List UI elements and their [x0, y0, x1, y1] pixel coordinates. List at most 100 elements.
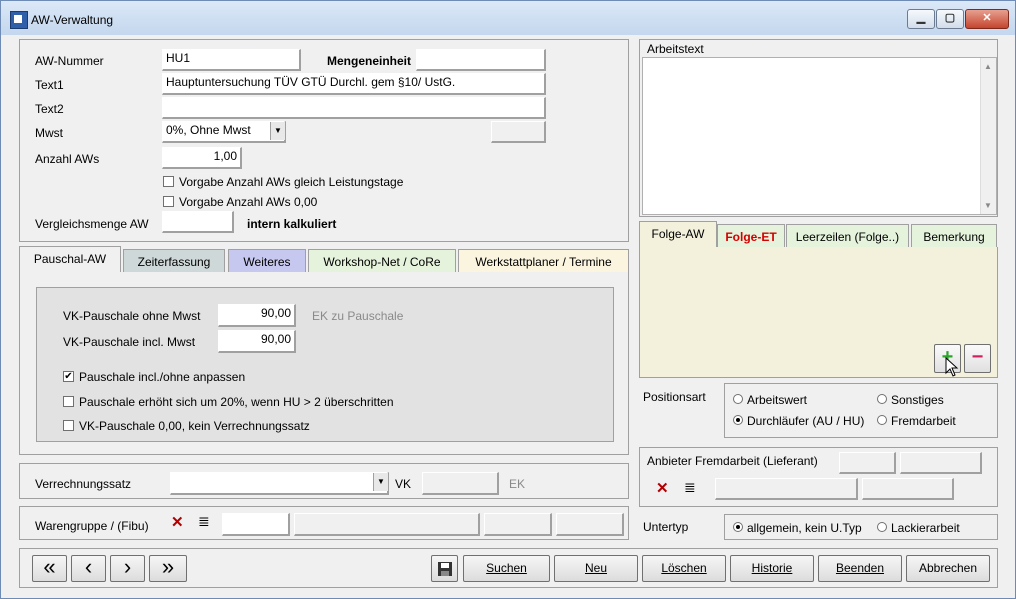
text1-label: Text1 — [35, 78, 64, 92]
arbeitstext-scrollbar[interactable]: ▲ ▼ — [980, 58, 996, 214]
pauschal-inner: VK-Pauschale ohne Mwst 90,00 EK zu Pausc… — [36, 287, 614, 442]
anbieter-panel: Anbieter Fremdarbeit (Lieferant) ✕ ≣ — [639, 447, 998, 507]
arbeitstext-label: Arbeitstext — [647, 42, 704, 56]
check-pauschale-anpassen[interactable]: ✔ — [63, 371, 74, 382]
check-pauschale-erhoeht-label: Pauschale erhöht sich um 20%, wenn HU > … — [79, 395, 394, 409]
check-pauschale-anpassen-label: Pauschale incl./ohne anpassen — [79, 370, 246, 384]
save-disk-icon — [437, 562, 452, 576]
arbeitstext-area[interactable]: ▲ ▼ — [642, 57, 997, 215]
arbeitstext-panel: Arbeitstext ▲ ▼ — [639, 39, 998, 217]
ek-pauschale-label: EK zu Pauschale — [312, 309, 404, 323]
verrechnung-dropdown-arrow-icon[interactable]: ▼ — [373, 473, 388, 491]
text1-input[interactable]: Hauptuntersuchung TÜV GTÜ Durchl. gem §1… — [162, 73, 546, 95]
scroll-up-icon[interactable]: ▲ — [984, 62, 992, 71]
radio-allgemein-label: allgemein, kein U.Typ — [747, 521, 862, 535]
verrechnung-label: Verrechnungssatz — [35, 477, 132, 491]
radio-durchlaeufer[interactable] — [733, 415, 743, 425]
anzahl-input[interactable]: 1,00 — [162, 147, 242, 169]
last-record-button[interactable]: » — [149, 555, 187, 582]
window-title: AW-Verwaltung — [31, 13, 114, 27]
historie-button[interactable]: Historie — [730, 555, 814, 582]
mengeneinheit-label: Mengeneinheit — [327, 54, 412, 68]
positionsart-label: Positionsart — [643, 390, 706, 404]
tab-bemerkung[interactable]: Bemerkung — [911, 224, 997, 249]
positionsart-group: Arbeitswert Sonstiges Durchläufer (AU / … — [724, 383, 998, 438]
maximize-button[interactable]: ▢ — [936, 9, 964, 29]
aw-nummer-input[interactable]: HU1 — [162, 49, 301, 71]
anbieter-delete-x-icon[interactable]: ✕ — [656, 479, 669, 497]
warengruppe-field2 — [484, 513, 552, 536]
footer-panel: « ‹ › » Suchen Neu Löschen Historie Been… — [19, 548, 998, 588]
tab-workshop-net[interactable]: Workshop-Net / CoRe — [308, 249, 456, 274]
suchen-button[interactable]: Suchen — [463, 555, 550, 582]
anbieter-field3 — [862, 478, 954, 500]
radio-arbeitswert-label: Arbeitswert — [747, 393, 808, 407]
anbieter-field1 — [839, 452, 896, 474]
anbieter-field2 — [900, 452, 982, 474]
tab-werkstattplaner[interactable]: Werkstattplaner / Termine — [458, 249, 629, 274]
delete-x-icon[interactable]: ✕ — [171, 513, 184, 531]
vk-ohne-input[interactable]: 90,00 — [218, 304, 296, 327]
tab-zeiterfassung[interactable]: Zeiterfassung — [123, 249, 225, 274]
radio-lackierarbeit-label: Lackierarbeit — [891, 521, 960, 535]
check-vorgabe-leistungstage-label: Vorgabe Anzahl AWs gleich Leistungstage — [179, 175, 404, 189]
verrechnung-select[interactable] — [170, 472, 389, 495]
warengruppe-panel: Warengruppe / (Fibu) ✕ ≣ — [19, 506, 629, 540]
mengeneinheit-input[interactable] — [416, 49, 546, 71]
anbieter-name — [715, 478, 858, 500]
vk-ohne-label: VK-Pauschale ohne Mwst — [63, 309, 201, 323]
anbieter-list-icon[interactable]: ≣ — [684, 479, 696, 496]
text2-input[interactable] — [162, 97, 546, 119]
untertyp-label: Untertyp — [643, 520, 689, 534]
radio-sonstiges[interactable] — [877, 394, 887, 404]
beenden-button[interactable]: Beenden — [818, 555, 902, 582]
tab-leerzeilen[interactable]: Leerzeilen (Folge..) — [786, 224, 909, 249]
first-record-button[interactable]: « — [32, 555, 67, 582]
radio-arbeitswert[interactable] — [733, 394, 743, 404]
intern-label: intern kalkuliert — [247, 217, 337, 231]
warengruppe-input[interactable] — [222, 513, 290, 536]
check-vorgabe-null-label: Vorgabe Anzahl AWs 0,00 — [179, 195, 318, 209]
list-icon[interactable]: ≣ — [198, 513, 210, 530]
close-button[interactable]: ✕ — [965, 9, 1009, 29]
client-area: AW-Nummer HU1 Mengeneinheit Text1 Hauptu… — [9, 35, 1007, 591]
mwst-select[interactable]: 0%, Ohne Mwst — [162, 121, 286, 143]
folge-aw-panel: + − — [639, 247, 998, 378]
ek-label: EK — [509, 477, 526, 491]
aw-nummer-label: AW-Nummer — [35, 54, 104, 68]
save-button[interactable] — [431, 555, 458, 582]
radio-lackierarbeit[interactable] — [877, 522, 887, 532]
tab-weiteres[interactable]: Weiteres — [228, 249, 306, 274]
check-vk-null[interactable] — [63, 420, 74, 431]
radio-allgemein[interactable] — [733, 522, 743, 532]
vk-incl-input[interactable]: 90,00 — [218, 330, 296, 353]
prev-record-button[interactable]: ‹ — [71, 555, 106, 582]
verrechnung-panel: Verrechnungssatz ▼ VK EK — [19, 463, 629, 499]
text2-label: Text2 — [35, 102, 64, 116]
check-vorgabe-leistungstage[interactable] — [163, 176, 174, 187]
check-pauschale-erhoeht[interactable] — [63, 396, 74, 407]
pauschal-panel: VK-Pauschale ohne Mwst 90,00 EK zu Pausc… — [19, 272, 629, 455]
tab-folge-et[interactable]: Folge-ET — [717, 224, 785, 249]
tab-folge-aw[interactable]: Folge-AW — [639, 221, 717, 248]
tab-pauschal-aw[interactable]: Pauschal-AW — [19, 246, 121, 273]
minimize-button[interactable]: ▁ — [907, 9, 935, 29]
radio-fremdarbeit-label: Fremdarbeit — [891, 414, 956, 428]
scroll-down-icon[interactable]: ▼ — [984, 201, 992, 210]
vergleich-input[interactable] — [162, 211, 234, 233]
window: AW-Verwaltung ▁ ▢ ✕ AW-Nummer HU1 Mengen… — [0, 0, 1016, 599]
mouse-cursor-icon — [945, 357, 959, 377]
neu-button[interactable]: Neu — [554, 555, 638, 582]
check-vk-null-label: VK-Pauschale 0,00, kein Verrechnungssatz — [79, 419, 310, 433]
title-bar: AW-Verwaltung ▁ ▢ ✕ — [1, 1, 1015, 35]
abbrechen-button[interactable]: Abbrechen — [906, 555, 990, 582]
remove-icon[interactable]: − — [964, 344, 991, 373]
radio-fremdarbeit[interactable] — [877, 415, 887, 425]
mwst-extra-field — [491, 121, 546, 143]
loeschen-button[interactable]: Löschen — [642, 555, 726, 582]
radio-sonstiges-label: Sonstiges — [891, 393, 944, 407]
next-record-button[interactable]: › — [110, 555, 145, 582]
app-icon — [10, 11, 28, 29]
check-vorgabe-null[interactable] — [163, 196, 174, 207]
mwst-dropdown-arrow-icon[interactable]: ▼ — [270, 122, 285, 140]
